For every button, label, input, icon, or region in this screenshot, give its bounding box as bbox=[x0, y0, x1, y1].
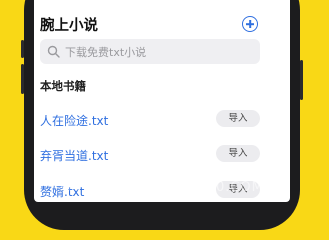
phone-side-button bbox=[21, 40, 24, 58]
book-row: 人在险途.txt 导入 bbox=[34, 108, 290, 132]
page-title: 腕上小说 bbox=[40, 18, 98, 34]
watermark: 易下APP • 4008891800.COM bbox=[58, 180, 264, 195]
import-button[interactable]: 导入 bbox=[216, 110, 260, 127]
plus-circle-icon[interactable] bbox=[242, 16, 258, 32]
phone-side-button bbox=[300, 60, 303, 100]
book-name[interactable]: 弃胥当道.txt bbox=[40, 147, 108, 164]
search-placeholder: 下载免费txt小说 bbox=[65, 46, 147, 59]
search-icon bbox=[47, 45, 60, 58]
book-row: 弃胥当道.txt 导入 bbox=[34, 143, 290, 167]
search-input[interactable]: 下载免费txt小说 bbox=[40, 39, 260, 64]
import-button[interactable]: 导入 bbox=[216, 145, 260, 162]
section-title-local-books: 本地书籍 bbox=[40, 79, 86, 93]
book-name[interactable]: 人在险途.txt bbox=[40, 112, 108, 129]
app-screen: 腕上小说 下载免费txt小说 本地书籍 人在险途.txt 导入 弃胥当道.txt… bbox=[34, 0, 290, 202]
phone-side-button bbox=[21, 64, 24, 94]
